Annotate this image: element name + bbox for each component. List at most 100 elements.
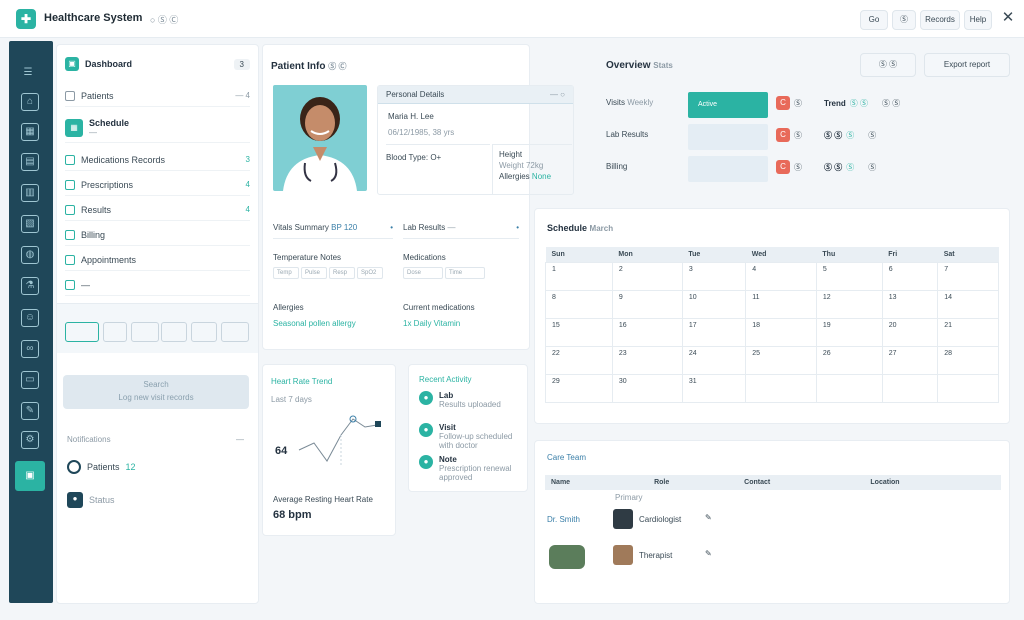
document-icon[interactable]: ▭ xyxy=(21,371,39,389)
toolbar-tool-6[interactable] xyxy=(221,322,249,342)
schedule-cell[interactable]: 27 xyxy=(881,346,939,375)
sidebar-list-item[interactable]: Medications Records 3 xyxy=(65,149,250,171)
vitals-summary[interactable]: Vitals Summary BP 120 • xyxy=(273,223,393,239)
schedule-cell[interactable] xyxy=(937,374,999,403)
schedule-cell[interactable]: 29 xyxy=(545,374,613,403)
active-nav-icon[interactable]: ▣ xyxy=(15,461,45,491)
checkbox[interactable] xyxy=(65,179,75,190)
schedule-cell[interactable]: 28 xyxy=(937,346,999,375)
overview-row-action[interactable]: Ⓢ xyxy=(868,162,876,173)
schedule-cell[interactable]: 4 xyxy=(745,262,817,291)
schedule-cell[interactable]: 23 xyxy=(611,346,683,375)
sidebar-main-button[interactable]: Search Log new visit records xyxy=(63,375,249,409)
toolbar-tool-4[interactable] xyxy=(161,322,187,342)
schedule-cell[interactable]: 17 xyxy=(681,318,747,347)
pill-icon[interactable]: ◍ xyxy=(21,246,39,264)
notification-item[interactable]: Patients 12 xyxy=(67,460,136,474)
medication-field[interactable]: Dose xyxy=(403,267,443,279)
schedule-cell[interactable]: 9 xyxy=(611,290,683,319)
header-button-1[interactable]: Go xyxy=(860,10,888,30)
schedule-cell[interactable]: 25 xyxy=(745,346,817,375)
vital-field[interactable]: Temp xyxy=(273,267,299,279)
sidebar-list-item[interactable]: Prescriptions 4 xyxy=(65,174,250,196)
close-icon[interactable]: ✕ xyxy=(998,8,1018,28)
toolbar-tool-5[interactable] xyxy=(191,322,217,342)
schedule-cell[interactable]: 2 xyxy=(611,262,683,291)
activity-item[interactable]: ● Visit Follow-up scheduled with doctor xyxy=(419,423,523,450)
checkbox[interactable] xyxy=(65,90,75,101)
toolbar-tool-3[interactable] xyxy=(131,322,159,342)
sidebar-list-item[interactable]: — xyxy=(65,274,250,296)
overview-row[interactable]: Billing C Ⓢ Ⓢ Ⓢ Ⓢ Ⓢ xyxy=(606,156,1010,184)
sidebar-item-selected[interactable]: ▦ Schedule — xyxy=(65,113,250,143)
schedule-cell[interactable]: 3 xyxy=(681,262,747,291)
checkbox[interactable] xyxy=(65,204,75,215)
schedule-cell[interactable]: 1 xyxy=(545,262,613,291)
notification-item[interactable]: ● Status xyxy=(67,492,115,508)
overview-row[interactable]: Lab Results C Ⓢ Ⓢ Ⓢ Ⓢ Ⓢ xyxy=(606,124,1010,152)
notifications-action[interactable]: — xyxy=(236,435,244,444)
schedule-cell[interactable]: 24 xyxy=(681,346,747,375)
sidebar-list-item[interactable]: Billing xyxy=(65,224,250,246)
schedule-cell[interactable]: 30 xyxy=(611,374,683,403)
sidebar-list-item[interactable]: Appointments xyxy=(65,249,250,271)
schedule-cell[interactable]: 8 xyxy=(545,290,613,319)
schedule-cell[interactable]: 14 xyxy=(937,290,999,319)
schedule-cell[interactable]: 5 xyxy=(815,262,883,291)
export-report-button[interactable]: Export report xyxy=(924,53,1010,77)
calendar-icon[interactable]: ▦ xyxy=(21,123,39,141)
settings-icon[interactable]: ⚙ xyxy=(21,431,39,449)
edit-icon[interactable]: ✎ xyxy=(705,513,712,522)
clipboard-icon[interactable]: ▧ xyxy=(21,215,39,233)
vital-field[interactable]: SpO2 xyxy=(357,267,383,279)
vital-field[interactable]: Resp xyxy=(329,267,355,279)
vital-field[interactable]: Pulse xyxy=(301,267,327,279)
schedule-cell[interactable] xyxy=(815,374,883,403)
schedule-cell[interactable]: 10 xyxy=(681,290,747,319)
schedule-cell[interactable]: 13 xyxy=(881,290,939,319)
users-icon[interactable]: ☺ xyxy=(21,309,39,327)
schedule-cell[interactable]: 6 xyxy=(881,262,939,291)
schedule-cell[interactable]: 22 xyxy=(545,346,613,375)
schedule-cell[interactable]: 21 xyxy=(937,318,999,347)
header-button-help[interactable]: Help xyxy=(964,10,992,30)
schedule-cell[interactable]: 31 xyxy=(681,374,747,403)
schedule-cell[interactable]: 16 xyxy=(611,318,683,347)
edit-icon[interactable]: ✎ xyxy=(705,549,712,558)
schedule-cell[interactable]: 7 xyxy=(937,262,999,291)
activity-item[interactable]: ● Note Prescription renewal approved xyxy=(419,455,523,482)
chart-icon[interactable]: ▥ xyxy=(21,184,39,202)
overview-row[interactable]: Visits Weekly Active C Ⓢ Trend Ⓢ Ⓢ Ⓢ Ⓢ xyxy=(606,92,1010,120)
menu-icon[interactable]: ☰ xyxy=(13,65,43,83)
activity-item[interactable]: ● Lab Results uploaded xyxy=(419,391,523,409)
lab-icon[interactable]: ⚗ xyxy=(21,277,39,295)
schedule-cell[interactable]: 18 xyxy=(745,318,817,347)
toolbar-tool-2[interactable] xyxy=(103,322,127,342)
home-icon[interactable]: ⌂ xyxy=(21,93,39,111)
schedule-cell[interactable]: 19 xyxy=(815,318,883,347)
pen-icon[interactable]: ✎ xyxy=(21,402,39,420)
schedule-cell[interactable] xyxy=(881,374,939,403)
schedule-cell[interactable] xyxy=(745,374,817,403)
schedule-cell[interactable]: 11 xyxy=(745,290,817,319)
checkbox[interactable] xyxy=(65,279,75,290)
schedule-cell[interactable]: 26 xyxy=(815,346,883,375)
checkbox[interactable] xyxy=(65,229,75,240)
link-icon[interactable]: ∞ xyxy=(21,340,39,358)
sidebar-list-item[interactable]: Results 4 xyxy=(65,199,250,221)
header-button-2[interactable]: Ⓢ xyxy=(892,10,916,30)
toolbar-tool-1[interactable] xyxy=(65,322,99,342)
sidebar-item-patients[interactable]: Patients — 4 xyxy=(65,85,250,107)
schedule-cell[interactable]: 20 xyxy=(881,318,939,347)
overview-row-action[interactable]: Ⓢ xyxy=(868,130,876,141)
sidebar-top-item[interactable]: ▣ Dashboard 3 xyxy=(65,53,250,75)
checkbox[interactable] xyxy=(65,254,75,265)
overview-icon-button[interactable]: Ⓢ Ⓢ xyxy=(860,53,916,77)
medication-field[interactable]: Time xyxy=(445,267,485,279)
schedule-cell[interactable]: 12 xyxy=(815,290,883,319)
schedule-cell[interactable]: 15 xyxy=(545,318,613,347)
records-icon[interactable]: ▤ xyxy=(21,153,39,171)
lab-results-summary[interactable]: Lab Results — • xyxy=(403,223,519,239)
checkbox[interactable] xyxy=(65,154,75,165)
header-button-records[interactable]: Records xyxy=(920,10,960,30)
